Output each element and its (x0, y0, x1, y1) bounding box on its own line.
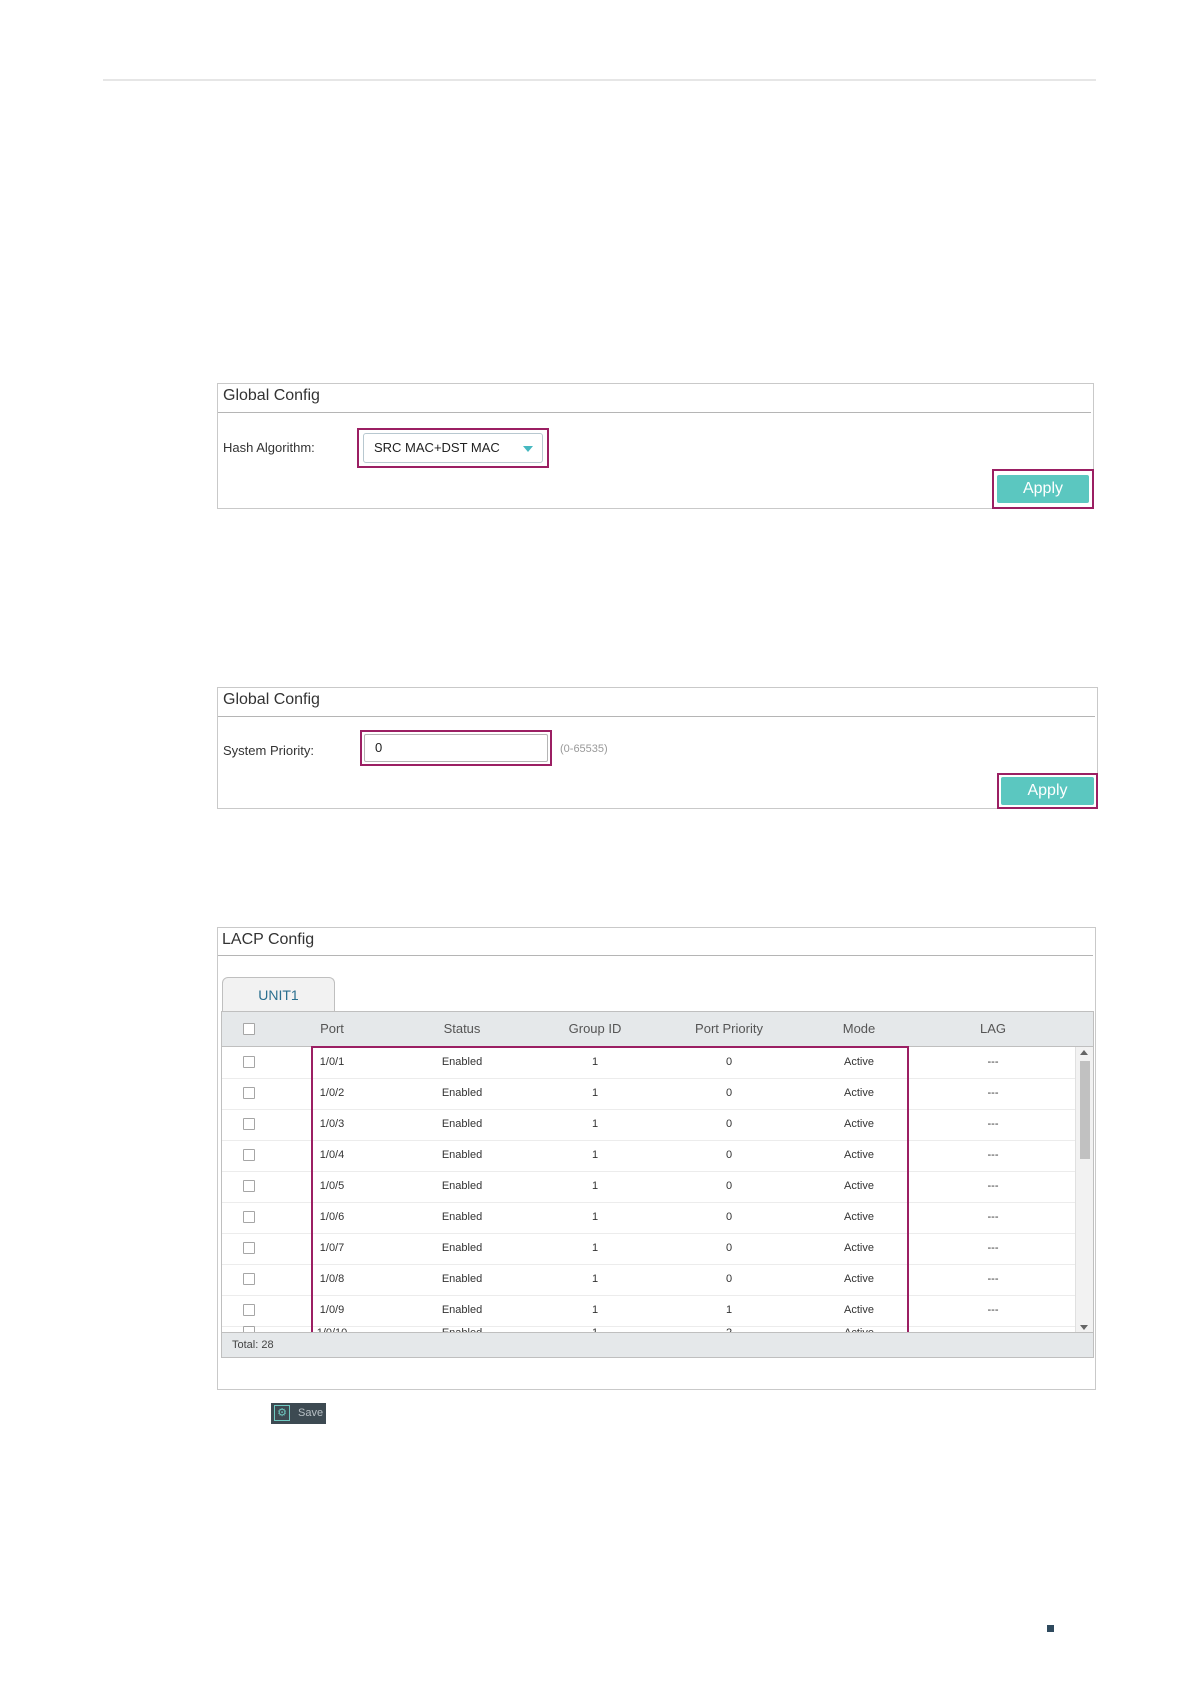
cell-lag: --- (987, 1304, 999, 1316)
tab-unit1[interactable]: UNIT1 (222, 977, 335, 1011)
col-mode: Mode (842, 1021, 876, 1036)
rows-highlight (311, 1046, 909, 1346)
panel-title: Global Config (223, 691, 320, 708)
cell-lag: --- (987, 1149, 999, 1161)
cell-lag: --- (987, 1273, 999, 1285)
col-status: Status (443, 1021, 481, 1036)
panel-title: Global Config (223, 387, 320, 404)
cell-lag: --- (987, 1056, 999, 1068)
cell-lag: --- (987, 1180, 999, 1192)
cell-lag: --- (987, 1087, 999, 1099)
scrollbar-thumb[interactable] (1080, 1061, 1090, 1159)
cell-lag: --- (987, 1211, 999, 1223)
row-checkbox[interactable] (243, 1211, 255, 1223)
col-port-priority: Port Priority (695, 1021, 763, 1036)
scroll-down-icon[interactable] (1080, 1325, 1088, 1330)
apply-button[interactable]: Apply (997, 475, 1089, 503)
row-checkbox[interactable] (243, 1149, 255, 1161)
row-checkbox[interactable] (243, 1118, 255, 1130)
select-all-checkbox[interactable] (243, 1023, 255, 1035)
global-config-hash-panel: Global Config Hash Algorithm: SRC MAC+DS… (217, 383, 1094, 509)
row-checkbox[interactable] (243, 1304, 255, 1316)
row-checkbox[interactable] (243, 1087, 255, 1099)
col-group-id: Group ID (568, 1021, 622, 1036)
panel-divider (218, 716, 1095, 717)
system-priority-label: System Priority: (223, 743, 315, 758)
chevron-down-icon (523, 446, 533, 452)
col-lag: LAG (979, 1021, 1006, 1036)
col-port: Port (320, 1021, 344, 1036)
page-top-rule (103, 79, 1096, 81)
global-config-priority-panel: Global Config System Priority: 0 (0-6553… (217, 687, 1098, 809)
total-count: Total: 28 (232, 1339, 274, 1351)
hash-algorithm-select[interactable]: SRC MAC+DST MAC (363, 433, 543, 463)
table-header: Port Status Group ID Port Priority Mode … (222, 1012, 1093, 1047)
system-priority-input[interactable]: 0 (364, 734, 548, 762)
table-scrollbar[interactable] (1075, 1047, 1093, 1333)
table-footer: Total: 28 (222, 1332, 1093, 1357)
row-checkbox[interactable] (243, 1273, 255, 1285)
row-checkbox[interactable] (243, 1242, 255, 1254)
panel-divider (218, 955, 1093, 956)
priority-range-hint: (0-65535) (560, 743, 608, 755)
row-checkbox[interactable] (243, 1056, 255, 1068)
scroll-up-icon[interactable] (1080, 1050, 1088, 1055)
cell-lag: --- (987, 1118, 999, 1130)
row-checkbox[interactable] (243, 1180, 255, 1192)
apply-button[interactable]: Apply (1001, 777, 1094, 805)
panel-divider (218, 412, 1091, 413)
cell-lag: --- (987, 1242, 999, 1254)
page-marker (1047, 1625, 1054, 1632)
save-button[interactable]: ⚙ Save (271, 1403, 326, 1424)
panel-title: LACP Config (222, 931, 315, 948)
hash-algorithm-label: Hash Algorithm: (223, 440, 315, 455)
lacp-table: Port Status Group ID Port Priority Mode … (221, 1011, 1094, 1358)
save-label: Save (298, 1407, 324, 1419)
gear-icon: ⚙ (274, 1405, 290, 1421)
hash-algorithm-value: SRC MAC+DST MAC (374, 440, 500, 455)
lacp-config-panel: LACP Config UNIT1 Port Status Group ID P… (217, 927, 1096, 1390)
